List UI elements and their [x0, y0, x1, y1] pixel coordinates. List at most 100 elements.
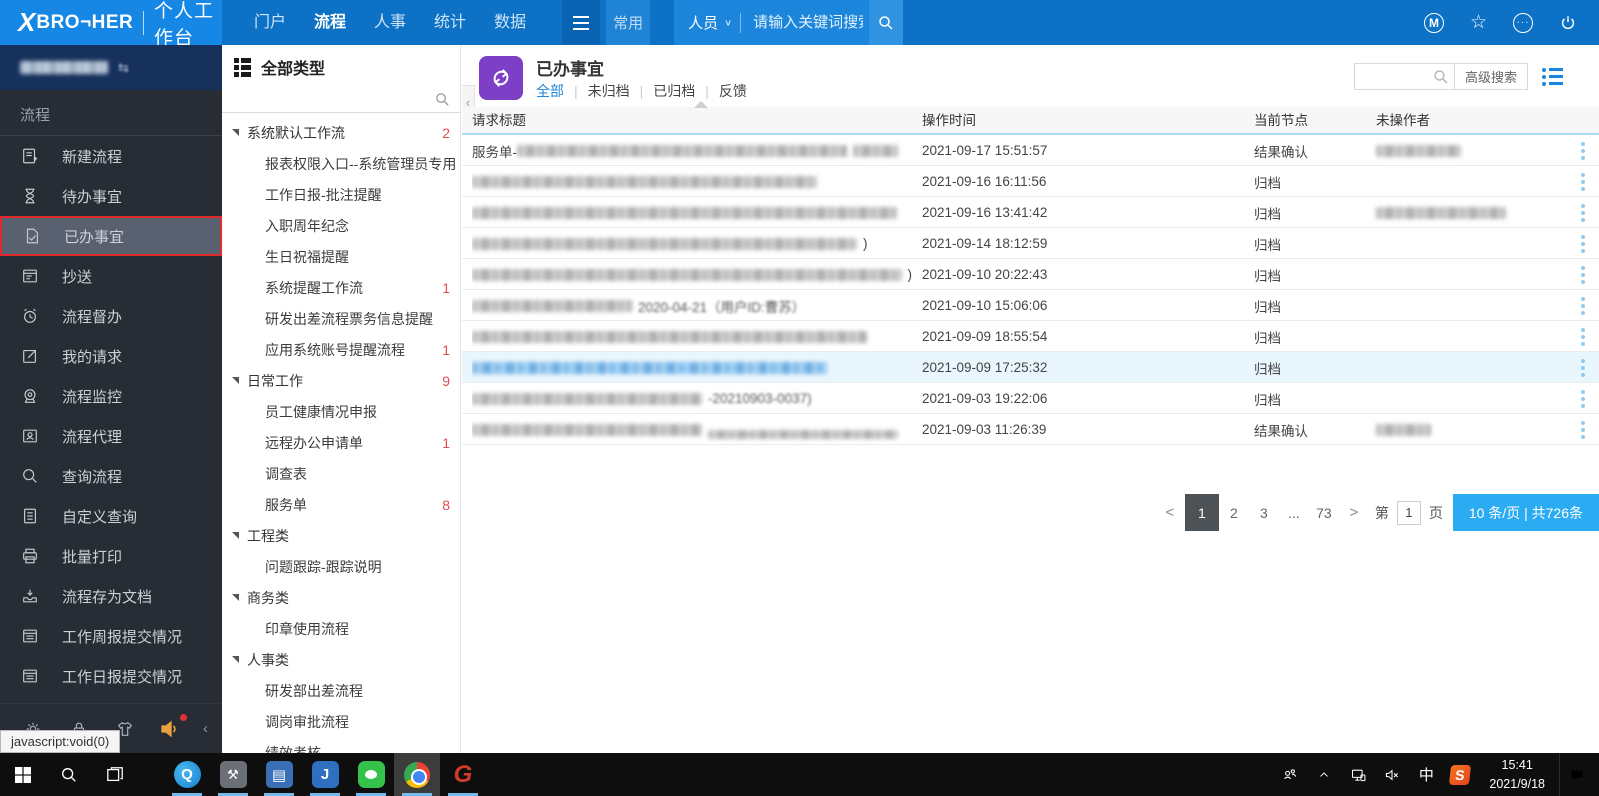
row-menu-dots-icon[interactable] [1581, 383, 1585, 414]
row-menu-dots-icon[interactable] [1581, 259, 1585, 290]
sidebar-item-已办事宜[interactable]: 已办事宜 [0, 216, 222, 256]
sidebar-item-新建流程[interactable]: 新建流程 [0, 136, 222, 176]
top-nav-item-0[interactable]: 门户 [240, 0, 300, 45]
sidebar-item-流程监控[interactable]: 流程监控 [0, 376, 222, 416]
page-prev-button[interactable]: < [1155, 494, 1185, 531]
table-row[interactable]: 2021-09-16 13:41:42归档 [462, 197, 1599, 228]
sidebar-item-流程代理[interactable]: 流程代理 [0, 416, 222, 456]
tree-item-研发部出差流程[interactable]: 研发部出差流程 [222, 675, 460, 706]
table-row[interactable]: 2020-04-21（用户ID:曹苏）2021-09-10 15:06:06归档 [462, 290, 1599, 321]
sidebar-item-流程存为文档[interactable]: 流程存为文档 [0, 576, 222, 616]
tab-全部[interactable]: 全部 [536, 81, 564, 101]
request-title-cell[interactable] [472, 166, 912, 197]
tray-clock[interactable]: 15:412021/9/18 [1479, 756, 1555, 792]
tree-item-印章使用流程[interactable]: 印章使用流程 [222, 613, 460, 644]
tree-search-box[interactable] [222, 89, 460, 113]
tree-item-系统提醒工作流[interactable]: 系统提醒工作流1 [222, 272, 460, 303]
tray-ime-indicator[interactable]: 中 [1411, 753, 1441, 796]
tray-volume-muted-icon[interactable] [1377, 753, 1407, 796]
sidebar-item-待办事宜[interactable]: 待办事宜 [0, 176, 222, 216]
page-button-3[interactable]: 3 [1249, 494, 1279, 531]
global-search-button[interactable] [869, 0, 903, 45]
tree-group-日常工作[interactable]: 日常工作9 [222, 365, 460, 396]
taskbar-remote-button[interactable]: ▤ [256, 753, 302, 796]
power-icon[interactable] [1559, 14, 1577, 32]
tab-未归档[interactable]: 未归档 [588, 81, 630, 101]
sidebar-item-自定义查询[interactable]: 自定义查询 [0, 496, 222, 536]
row-menu-dots-icon[interactable] [1581, 414, 1585, 445]
request-title-cell[interactable] [472, 321, 912, 352]
tray-sogou-icon[interactable]: S [1445, 753, 1475, 796]
tree-item-服务单[interactable]: 服务单8 [222, 489, 460, 520]
tree-group-商务类[interactable]: 商务类 [222, 582, 460, 613]
sidebar-collapse-button[interactable]: ‹ [203, 720, 208, 737]
request-title-cell[interactable] [472, 414, 912, 445]
taskbar-java-button[interactable]: J [302, 753, 348, 796]
table-row[interactable]: 2021-09-09 17:25:32归档 [462, 352, 1599, 383]
top-nav-item-4[interactable]: 数据 [480, 0, 540, 45]
sidebar-item-批量打印[interactable]: 批量打印 [0, 536, 222, 576]
tree-group-人事类[interactable]: 人事类 [222, 644, 460, 675]
global-search-input[interactable] [741, 14, 869, 31]
tree-group-工程类[interactable]: 工程类 [222, 520, 460, 551]
taskbar-search-button[interactable] [46, 753, 92, 796]
taskbar-start-button[interactable] [0, 753, 46, 796]
table-row[interactable]: 服务单-2021-09-17 15:51:57结果确认 [462, 135, 1599, 166]
tree-item-调查表[interactable]: 调查表 [222, 458, 460, 489]
request-title-cell[interactable]: ) [472, 259, 912, 290]
more-ellipsis-icon[interactable]: ··· [1513, 13, 1533, 33]
request-title-cell[interactable] [472, 197, 912, 228]
tab-已归档[interactable]: 已归档 [653, 81, 695, 101]
speaker-icon[interactable] [157, 716, 183, 742]
table-row[interactable]: )2021-09-14 18:12:59归档 [462, 228, 1599, 259]
page-button-2[interactable]: 2 [1219, 494, 1249, 531]
sidebar-item-抄送[interactable]: 抄送 [0, 256, 222, 296]
request-title-cell[interactable]: 服务单- [472, 135, 912, 166]
row-menu-dots-icon[interactable] [1581, 228, 1585, 259]
row-menu-dots-icon[interactable] [1581, 135, 1585, 166]
taskbar-qq-button[interactable]: Q [164, 753, 210, 796]
row-menu-dots-icon[interactable] [1581, 352, 1585, 383]
request-title-cell[interactable]: ) [472, 228, 912, 259]
tree-item-应用系统账号提醒流程[interactable]: 应用系统账号提醒流程1 [222, 334, 460, 365]
page-size-summary[interactable]: 10 条/页 | 共726条 [1453, 494, 1599, 531]
taskbar-taskview-button[interactable] [92, 753, 138, 796]
tray-network-icon[interactable] [1343, 753, 1373, 796]
page-next-button[interactable]: > [1339, 494, 1369, 531]
request-title-cell[interactable]: -20210903-0037) [472, 383, 912, 414]
sidebar-item-流程督办[interactable]: 流程督办 [0, 296, 222, 336]
row-menu-dots-icon[interactable] [1581, 290, 1585, 321]
table-row[interactable]: -20210903-0037)2021-09-03 19:22:06归档 [462, 383, 1599, 414]
page-button-1[interactable]: 1 [1185, 494, 1219, 531]
table-row[interactable]: 2021-09-09 18:55:54归档 [462, 321, 1599, 352]
row-menu-dots-icon[interactable] [1581, 321, 1585, 352]
top-nav-item-2[interactable]: 人事 [360, 0, 420, 45]
top-nav-item-3[interactable]: 统计 [420, 0, 480, 45]
request-title-cell[interactable] [472, 352, 912, 383]
advanced-search-button[interactable]: 高级搜索 [1454, 63, 1528, 90]
page-button-73[interactable]: 73 [1309, 494, 1339, 531]
tree-item-入职周年纪念[interactable]: 入职周年纪念 [222, 210, 460, 241]
tray-hidden-icons-chevron[interactable] [1309, 753, 1339, 796]
search-scope-dropdown[interactable]: 人员∨ [674, 12, 740, 33]
tree-item-研发出差流程票务信息提醒[interactable]: 研发出差流程票务信息提醒 [222, 303, 460, 334]
row-menu-dots-icon[interactable] [1581, 197, 1585, 228]
tray-people-icon[interactable] [1275, 753, 1305, 796]
sidebar-item-工作日报提交情况[interactable]: 工作日报提交情况 [0, 656, 222, 696]
tree-item-问题跟踪-跟踪说明[interactable]: 问题跟踪-跟踪说明 [222, 551, 460, 582]
notification-center-button[interactable] [1559, 753, 1593, 796]
tree-group-系统默认工作流[interactable]: 系统默认工作流2 [222, 117, 460, 148]
sidebar-item-工作周报提交情况[interactable]: 工作周报提交情况 [0, 616, 222, 656]
taskbar-game-button[interactable]: G [440, 753, 486, 796]
row-menu-dots-icon[interactable] [1581, 166, 1585, 197]
taskbar-devtool-button[interactable]: ⚒ [210, 753, 256, 796]
table-row[interactable]: 2021-09-03 11:26:39结果确认 [462, 414, 1599, 445]
tree-item-生日祝福提醒[interactable]: 生日祝福提醒 [222, 241, 460, 272]
table-row[interactable]: 2021-09-16 16:11:56归档 [462, 166, 1599, 197]
quick-access-button[interactable]: 常用 [606, 0, 650, 45]
tab-反馈[interactable]: 反馈 [719, 81, 747, 101]
taskbar-wechat-button[interactable] [348, 753, 394, 796]
page-number-input[interactable]: 1 [1397, 501, 1421, 525]
hamburger-menu-button[interactable] [562, 0, 600, 45]
m-badge-icon[interactable]: M [1424, 13, 1444, 33]
